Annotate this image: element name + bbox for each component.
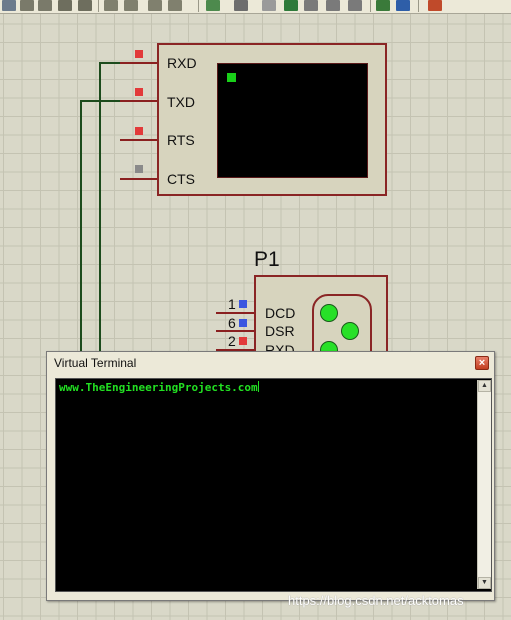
scroll-up-arrow-icon[interactable]: ▲ bbox=[478, 380, 491, 392]
toolbar-icon[interactable] bbox=[234, 0, 248, 11]
led-indicator bbox=[320, 304, 338, 322]
toolbar-icon[interactable] bbox=[78, 0, 92, 11]
pin-label-txd: TXD bbox=[167, 94, 195, 110]
pin-marker bbox=[239, 300, 247, 308]
pin-marker bbox=[135, 88, 143, 96]
pin-marker bbox=[239, 337, 247, 345]
pin-number: 2 bbox=[228, 333, 236, 349]
toolbar-icon[interactable] bbox=[20, 0, 34, 11]
scroll-down-arrow-icon[interactable]: ▼ bbox=[478, 577, 491, 589]
window-titlebar[interactable]: Virtual Terminal × bbox=[47, 352, 494, 374]
pin-number: 6 bbox=[228, 315, 236, 331]
text-caret bbox=[257, 381, 259, 392]
toolbar-separator bbox=[98, 0, 99, 12]
pin-line bbox=[120, 62, 157, 64]
watermark-text: https://blog.csdn.net/acktomas bbox=[288, 593, 464, 608]
led-indicator bbox=[341, 322, 359, 340]
pin-line bbox=[120, 139, 157, 141]
toolbar-icon[interactable] bbox=[284, 0, 298, 11]
vertical-scrollbar[interactable]: ▲ ▼ bbox=[477, 380, 491, 589]
toolbar-icon[interactable] bbox=[168, 0, 182, 11]
toolbar-icon[interactable] bbox=[206, 0, 220, 11]
toolbar-icon[interactable] bbox=[2, 0, 16, 11]
toolbar-icon[interactable] bbox=[58, 0, 72, 11]
pin-marker bbox=[135, 127, 143, 135]
terminal-output-text: www.TheEngineeringProjects.com bbox=[59, 381, 259, 394]
virtual-terminal-window[interactable]: Virtual Terminal × www.TheEngineeringPro… bbox=[46, 351, 495, 601]
pin-line bbox=[216, 312, 254, 314]
terminal-output-area[interactable]: www.TheEngineeringProjects.com ▲ ▼ bbox=[55, 378, 492, 592]
terminal-cursor-indicator bbox=[227, 73, 236, 82]
toolbar-icon[interactable] bbox=[376, 0, 390, 11]
toolbar bbox=[0, 0, 511, 14]
pin-marker bbox=[135, 50, 143, 58]
pin-label-dsr: DSR bbox=[265, 323, 295, 339]
pin-label-rts: RTS bbox=[167, 132, 195, 148]
pin-marker bbox=[135, 165, 143, 173]
virtual-terminal-screen bbox=[217, 63, 368, 178]
toolbar-icon[interactable] bbox=[348, 0, 362, 11]
p1-label: P1 bbox=[254, 248, 280, 271]
pin-label-dcd: DCD bbox=[265, 305, 296, 321]
wire bbox=[99, 62, 101, 362]
wire bbox=[80, 100, 82, 362]
toolbar-icon[interactable] bbox=[148, 0, 162, 11]
toolbar-separator bbox=[370, 0, 371, 12]
pin-label-cts: CTS bbox=[167, 171, 195, 187]
toolbar-icon[interactable] bbox=[262, 0, 276, 11]
toolbar-icon[interactable] bbox=[396, 0, 410, 11]
toolbar-icon[interactable] bbox=[38, 0, 52, 11]
toolbar-icon[interactable] bbox=[104, 0, 118, 11]
pin-line bbox=[120, 178, 157, 180]
terminal-output-line: www.TheEngineeringProjects.com bbox=[59, 381, 258, 394]
pin-number: 1 bbox=[228, 296, 236, 312]
pin-label-rxd: RXD bbox=[167, 55, 197, 71]
toolbar-separator bbox=[198, 0, 199, 12]
pin-line bbox=[120, 100, 157, 102]
close-button[interactable]: × bbox=[475, 356, 489, 370]
pin-marker bbox=[239, 319, 247, 327]
toolbar-separator bbox=[418, 0, 419, 12]
toolbar-icon[interactable] bbox=[428, 0, 442, 11]
window-title: Virtual Terminal bbox=[54, 356, 137, 370]
toolbar-icon[interactable] bbox=[326, 0, 340, 11]
toolbar-icon[interactable] bbox=[304, 0, 318, 11]
toolbar-icon[interactable] bbox=[124, 0, 138, 11]
